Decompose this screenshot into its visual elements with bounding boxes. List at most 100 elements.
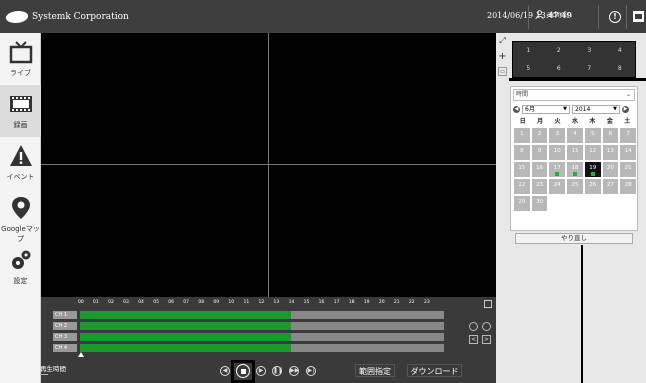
calendar-day[interactable]: 11	[567, 145, 583, 160]
timeline-row[interactable]: CH 2	[53, 322, 444, 330]
calendar-day[interactable]: 2	[531, 128, 548, 143]
calendar-day[interactable]: 25	[567, 179, 583, 194]
next-month-icon[interactable]: ▶	[622, 105, 629, 113]
info-icon[interactable]: !	[609, 11, 621, 23]
channel-button[interactable]: 2	[544, 42, 575, 60]
calendar-day[interactable]: 15	[514, 162, 530, 177]
channel-label: CH 2	[53, 322, 77, 330]
calendar-day[interactable]: 23	[531, 179, 548, 194]
calendar-day[interactable]: 30	[531, 196, 548, 211]
calendar-day[interactable]: 24	[549, 179, 566, 194]
weekday-label: 日	[519, 118, 526, 125]
calendar-day[interactable]: 1	[514, 128, 530, 143]
next-frame-icon[interactable]: ▶|	[306, 366, 316, 376]
sidebar-item-google-map[interactable]: Googleマップ	[0, 189, 41, 243]
layout-icon[interactable]: ▭	[498, 67, 507, 76]
calendar-day[interactable]: 18	[567, 162, 583, 177]
calendar-day[interactable]: 13	[602, 145, 619, 160]
channel-button[interactable]: 7	[574, 60, 605, 78]
calendar-day[interactable]: 3	[549, 128, 566, 143]
calendar-day[interactable]: 17	[549, 162, 566, 177]
pause-icon[interactable]: ❚❚	[272, 366, 283, 376]
stop-button[interactable]	[236, 364, 250, 378]
calendar-day[interactable]: 21	[620, 162, 636, 177]
calendar-day-number: 29	[518, 199, 526, 205]
calendar-day[interactable]: 7	[620, 128, 636, 143]
sidebar-item-event[interactable]: イベント	[0, 137, 41, 189]
sidebar-item-settings[interactable]: 設定	[0, 241, 41, 293]
weekday-label: 火	[554, 118, 561, 125]
calendar-day[interactable]: 4	[567, 128, 583, 143]
weekday-label: 土	[624, 118, 631, 125]
recorded-segment[interactable]	[80, 311, 292, 319]
recorded-segment[interactable]	[80, 333, 292, 341]
recorded-segment[interactable]	[80, 344, 292, 352]
play-icon[interactable]: ▶	[256, 366, 266, 376]
recorded-segment[interactable]	[80, 322, 292, 330]
calendar-day[interactable]: 9	[531, 145, 548, 160]
menu-icon[interactable]	[633, 11, 644, 22]
sidebar-item-live[interactable]: ライブ	[0, 33, 41, 85]
expand-icon[interactable]	[484, 300, 492, 308]
hour-label: 13	[273, 300, 280, 305]
divider	[598, 5, 599, 29]
timeline-row[interactable]: CH 4	[53, 344, 444, 352]
calendar-day[interactable]: 14	[620, 145, 636, 160]
user-icon	[535, 10, 544, 19]
replay-button[interactable]: やり直し	[515, 233, 633, 244]
month-select[interactable]: 6月 ▼	[522, 104, 570, 114]
year-select[interactable]: 2014 ▼	[572, 104, 620, 114]
channel-button[interactable]: 3	[574, 42, 605, 60]
calendar-day[interactable]: 6	[602, 128, 619, 143]
timeline-next-icon[interactable]: >	[482, 335, 491, 344]
calendar-day[interactable]: 20	[602, 162, 619, 177]
hour-label: 03	[123, 300, 129, 305]
channel-label: CH 1	[53, 311, 77, 319]
channel-button[interactable]: 1	[513, 42, 544, 60]
hour-label: 09	[213, 300, 220, 305]
rewind-icon[interactable]: ◀	[220, 366, 230, 376]
calendar-day[interactable]: 29	[514, 196, 530, 211]
calendar-day[interactable]: 10	[549, 145, 566, 160]
calendar-day-number: 28	[624, 182, 632, 188]
fast-forward-icon[interactable]: ▶▶	[289, 366, 299, 376]
channel-button[interactable]: 6	[544, 60, 575, 78]
calendar-day[interactable]: 16	[531, 162, 548, 177]
calendar-day[interactable]: 12	[584, 145, 601, 160]
zoom-out-icon[interactable]	[482, 322, 491, 331]
resize-icon[interactable]: ⤢	[498, 36, 507, 45]
channel-button[interactable]: 4	[605, 42, 636, 60]
user-menu[interactable]: admin	[535, 10, 572, 19]
timeline-row[interactable]: CH 1	[53, 311, 444, 319]
calendar-day[interactable]: 5	[584, 128, 601, 143]
year-value: 2014	[575, 105, 591, 113]
calendar-day[interactable]: 27	[602, 179, 619, 194]
weekday-label: 月	[537, 118, 544, 125]
channel-label: CH 4	[53, 344, 77, 352]
hour-label: 10	[228, 300, 235, 305]
time-cursor[interactable]	[78, 352, 84, 357]
channel-button[interactable]: 5	[513, 60, 544, 78]
calendar-day-number: 15	[518, 165, 526, 171]
calendar-day-number: 3	[555, 131, 560, 137]
calendar-day[interactable]: 19	[584, 162, 601, 177]
timeline-row[interactable]: CH 3	[53, 333, 444, 341]
timeline-prev-icon[interactable]: <	[469, 335, 478, 344]
channel-button[interactable]: 8	[605, 60, 636, 78]
download-button[interactable]: ダウンロード	[407, 364, 462, 377]
range-select-button[interactable]: 範囲指定	[355, 364, 395, 377]
grid-divider	[41, 164, 496, 165]
add-icon[interactable]: +	[498, 52, 507, 62]
hour-label: 22	[408, 300, 415, 305]
calendar-day[interactable]: 22	[514, 179, 530, 194]
calendar-day-number: 16	[536, 165, 544, 171]
calendar-day[interactable]: 8	[514, 145, 530, 160]
prev-month-icon[interactable]: ◀	[513, 105, 520, 113]
grid-divider	[268, 33, 269, 297]
zoom-in-icon[interactable]	[469, 322, 478, 331]
time-select[interactable]: 時間 ⌄	[513, 89, 635, 101]
calendar-day-number: 30	[536, 199, 544, 205]
sidebar-item-recording[interactable]: 録画	[0, 85, 41, 137]
calendar-day[interactable]: 28	[620, 179, 636, 194]
calendar-day[interactable]: 26	[584, 179, 601, 194]
